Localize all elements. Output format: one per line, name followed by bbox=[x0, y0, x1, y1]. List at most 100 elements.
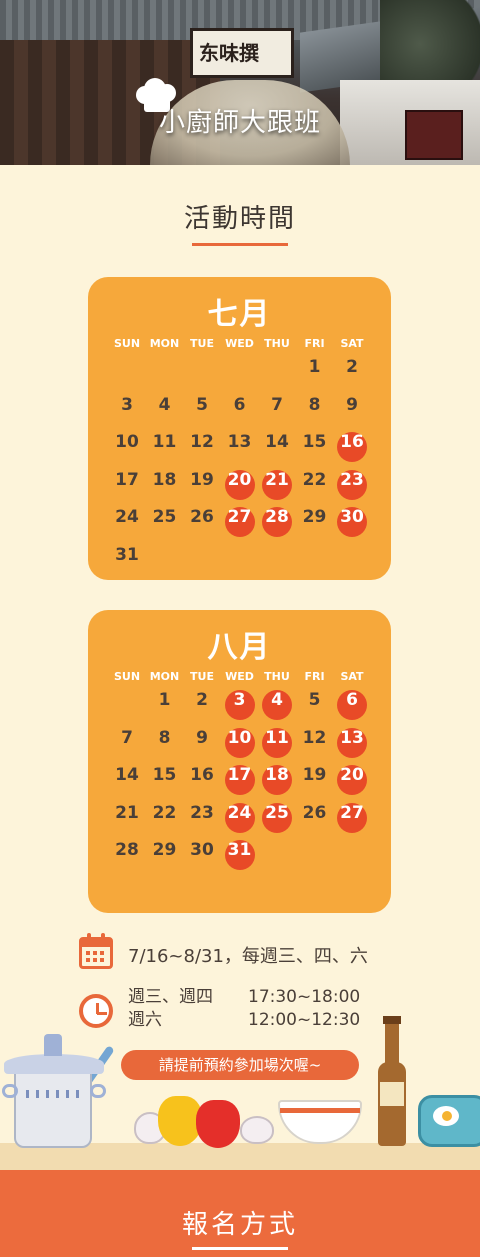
calendar-day-active[interactable]: 10 bbox=[224, 727, 255, 758]
month-title: 八月 bbox=[207, 630, 272, 665]
calendar-day: 29 bbox=[152, 840, 177, 860]
hero-title: 小廚師大跟班 bbox=[158, 108, 321, 138]
calendar-day-active[interactable]: 16 bbox=[337, 432, 367, 462]
calendar-day: 10 bbox=[115, 432, 139, 452]
weekday-header-sun: SUN bbox=[113, 670, 141, 683]
calendar-day: 15 bbox=[152, 765, 177, 785]
schedule-time-saturday: 12:00~12:30 bbox=[248, 1010, 361, 1030]
bottle-illustration bbox=[378, 1016, 406, 1146]
calendar-day-active[interactable]: 20 bbox=[337, 765, 367, 795]
calendar-day: 5 bbox=[196, 394, 208, 415]
weekday-header-sun: SUN bbox=[113, 337, 141, 350]
calendar-day: 2 bbox=[346, 357, 358, 377]
calendar-day-active[interactable]: 6 bbox=[337, 690, 367, 720]
activity-date-range: 7/16~8/31，每週三、四、六 bbox=[128, 946, 368, 967]
calendar-day: 3 bbox=[121, 394, 133, 415]
bowl-illustration bbox=[278, 1100, 362, 1144]
calendar-day-active[interactable]: 11 bbox=[262, 727, 292, 758]
calendar-day: 24 bbox=[115, 507, 139, 527]
calendar-august: 八月 SUN MON TUE WED THU FRI SAT 1 2 3 4 5 6 7 8 9 10 11 12 13… bbox=[88, 610, 391, 913]
calendar-day: 21 bbox=[115, 802, 139, 823]
clock-icon bbox=[79, 994, 113, 1028]
calendar-day: 7 bbox=[271, 394, 283, 415]
calendar-day-active[interactable]: 13 bbox=[337, 727, 367, 758]
calendar-day: 7 bbox=[121, 727, 133, 748]
schedule-days-saturday: 週六 bbox=[128, 1010, 162, 1030]
calendar-day: 1 bbox=[158, 690, 171, 710]
calendar-day-active[interactable]: 31 bbox=[224, 840, 255, 870]
calendar-icon bbox=[79, 933, 113, 969]
weekday-header-thu: THU bbox=[264, 670, 290, 683]
weekday-header-fri: FRI bbox=[304, 337, 325, 350]
calendar-day-active[interactable]: 30 bbox=[337, 507, 367, 537]
calendar-day: 1 bbox=[308, 357, 321, 377]
calendar-day: 2 bbox=[196, 690, 208, 710]
calendar-day: 17 bbox=[115, 469, 139, 490]
calendar-day-active[interactable]: 18 bbox=[262, 765, 292, 795]
calendar-day-active[interactable]: 17 bbox=[224, 765, 255, 795]
calendar-day-active[interactable]: 4 bbox=[262, 690, 292, 720]
weekday-header-thu: THU bbox=[264, 337, 290, 350]
calendar-day: 31 bbox=[115, 544, 139, 565]
calendar-day: 9 bbox=[346, 394, 358, 415]
calendar-day-active[interactable]: 24 bbox=[224, 802, 255, 833]
calendar-day: 8 bbox=[158, 727, 171, 748]
calendar-day: 14 bbox=[265, 432, 289, 452]
calendar-day-active[interactable]: 28 bbox=[262, 507, 292, 537]
month-title: 七月 bbox=[207, 297, 272, 332]
reservation-notice-badge: 請提前預約參加場次喔~ bbox=[121, 1050, 359, 1080]
calendar-day-active[interactable]: 23 bbox=[337, 469, 367, 500]
calendar-day: 29 bbox=[302, 507, 327, 527]
calendar-day-active[interactable]: 25 bbox=[262, 802, 292, 833]
calendar-day-active[interactable]: 3 bbox=[224, 690, 255, 720]
calendar-day-active[interactable]: 27 bbox=[224, 507, 255, 537]
calendar-day: 19 bbox=[302, 765, 327, 785]
red-pepper-illustration bbox=[196, 1100, 240, 1148]
calendar-july: 七月 SUN MON TUE WED THU FRI SAT 1 2 3 4 5 6 7 8 9 10 11 12 13… bbox=[88, 277, 391, 580]
calendar-day: 19 bbox=[190, 469, 214, 490]
calendar-day: 8 bbox=[308, 394, 321, 415]
weekday-header-mon: MON bbox=[149, 337, 180, 350]
weekday-header-tue: TUE bbox=[190, 337, 214, 350]
plate-illustration bbox=[418, 1095, 480, 1147]
schedule-time-weekday: 17:30~18:00 bbox=[248, 987, 361, 1007]
schedule-days-weekday: 週三、週四 bbox=[128, 987, 213, 1007]
calendar-day-active[interactable]: 21 bbox=[262, 469, 292, 500]
calendar-day: 14 bbox=[115, 765, 139, 785]
garlic-illustration-right bbox=[240, 1116, 274, 1144]
calendar-day: 18 bbox=[152, 469, 177, 490]
calendar-day: 26 bbox=[302, 802, 327, 823]
section-title: 活動時間 bbox=[183, 204, 296, 234]
pot-illustration bbox=[2, 1034, 106, 1148]
weekday-header-wed: WED bbox=[225, 670, 254, 683]
calendar-day: 9 bbox=[196, 727, 208, 748]
calendar-day: 23 bbox=[190, 802, 214, 823]
weekday-header-mon: MON bbox=[149, 670, 180, 683]
signup-title[interactable]: 報名方式 bbox=[0, 1204, 480, 1241]
calendar-day: 4 bbox=[158, 394, 171, 415]
calendar-day: 16 bbox=[190, 765, 214, 785]
calendar-day: 15 bbox=[302, 432, 327, 452]
calendar-day: 6 bbox=[233, 394, 246, 415]
weekday-header-wed: WED bbox=[225, 337, 254, 350]
section-title-underline bbox=[192, 243, 288, 246]
calendar-day: 28 bbox=[115, 840, 139, 860]
calendar-day: 22 bbox=[152, 802, 177, 823]
calendar-day: 13 bbox=[227, 432, 252, 452]
calendar-day: 26 bbox=[190, 507, 214, 527]
calendar-day: 25 bbox=[152, 507, 177, 527]
restaurant-sign-text: 东味撰 bbox=[199, 41, 259, 65]
footer-section: 報名方式 bbox=[0, 1170, 480, 1257]
weekday-header-fri: FRI bbox=[304, 670, 325, 683]
calendar-day: 5 bbox=[308, 690, 321, 710]
calendar-day-active[interactable]: 20 bbox=[224, 469, 255, 500]
signup-title-underline bbox=[192, 1247, 288, 1250]
calendar-day: 11 bbox=[152, 432, 177, 452]
calendar-day: 22 bbox=[302, 469, 327, 490]
hero-banner: 东味撰 小廚師大跟班 bbox=[0, 0, 480, 165]
calendar-day: 12 bbox=[302, 727, 327, 748]
weekday-header-tue: TUE bbox=[190, 670, 214, 683]
weekday-header-sat: SAT bbox=[340, 670, 364, 683]
weekday-header-sat: SAT bbox=[340, 337, 364, 350]
calendar-day-active[interactable]: 27 bbox=[337, 802, 367, 833]
